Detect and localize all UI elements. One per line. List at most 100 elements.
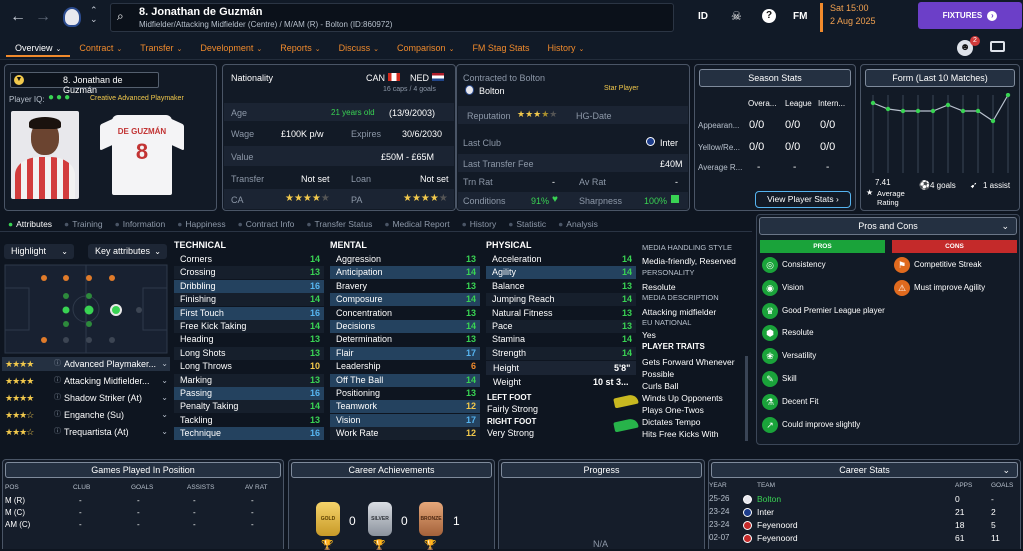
nav-item-history[interactable]: History ⌄ [538, 41, 593, 57]
role-row[interactable]: ★★★★ ⓘ Advanced Playmaker... ⌄ [2, 357, 170, 371]
forward-icon[interactable]: → [35, 8, 51, 26]
games-header[interactable]: Games Played In Position [5, 462, 281, 478]
attribute-row[interactable]: Natural Fitness 13 [486, 307, 636, 320]
player-subtitle: Midfielder/Attacking Midfielder (Centre)… [139, 20, 393, 29]
season-col-1: League [785, 99, 812, 108]
season-stats-panel: Season Stats Overa... League Intern... A… [694, 64, 856, 211]
attribute-row[interactable]: Finishing 14 [174, 293, 324, 307]
attribute-row[interactable]: Decisions 14 [330, 320, 480, 333]
attribute-row[interactable]: Stamina 14 [486, 333, 636, 346]
attribute-row[interactable]: Free Kick Taking 14 [174, 320, 324, 333]
attribute-row[interactable]: Bravery 13 [330, 280, 480, 293]
key-attributes-dropdown[interactable]: Key attributes ⌄ [88, 244, 167, 259]
attribute-value: 14 [309, 401, 320, 412]
attribute-name: Strength [492, 347, 527, 358]
attribute-value: 12 [465, 428, 476, 439]
fm-icon[interactable]: FM [793, 11, 807, 22]
attribute-row[interactable]: Acceleration 14 [486, 253, 636, 266]
attribute-row[interactable]: Positioning 13 [330, 387, 480, 400]
nav-item-development[interactable]: Development ⌄ [191, 41, 271, 57]
nav-item-fm-stag-stats[interactable]: FM Stag Stats [463, 41, 538, 57]
nav-item-comparison[interactable]: Comparison ⌄ [388, 41, 463, 57]
nav-item-overview[interactable]: Overview ⌄ [6, 41, 71, 57]
nav-item-reports[interactable]: Reports ⌄ [271, 41, 329, 57]
attribute-row[interactable]: Concentration 13 [330, 307, 480, 320]
attribute-row[interactable]: Composure 14 [330, 293, 480, 307]
tab-information[interactable]: ● Information [109, 219, 172, 229]
back-icon[interactable]: ← [10, 8, 26, 26]
attribute-row[interactable]: Marking 13 [174, 373, 324, 387]
progress-header[interactable]: Progress [501, 462, 702, 478]
tab-contract-info[interactable]: ● Contract Info [232, 219, 301, 229]
attribute-row[interactable]: Anticipation 14 [330, 266, 480, 280]
skull-icon[interactable]: ☠ [731, 9, 742, 23]
attribute-row[interactable]: Long Throws 10 [174, 360, 324, 373]
tab-history[interactable]: ● History [456, 219, 503, 229]
fixtures-button[interactable]: FIXTURES › [918, 2, 1022, 29]
attribute-row[interactable]: Corners 14 [174, 253, 324, 266]
tab-analysis[interactable]: ● Analysis [552, 219, 604, 229]
pros-cons-header[interactable]: Pros and Cons ⌄ [759, 217, 1017, 235]
help-icon[interactable]: ? [762, 9, 776, 23]
tab-attributes[interactable]: ● Attributes [2, 219, 58, 229]
attribute-name: Determination [336, 334, 393, 345]
screen-icon[interactable] [990, 41, 1005, 52]
season-stats-header[interactable]: Season Stats [699, 69, 851, 87]
attribute-row[interactable]: Long Shots 13 [174, 346, 324, 360]
attribute-row[interactable]: Tackling 13 [174, 414, 324, 427]
role-row[interactable]: ★★★☆ ⓘ Trequartista (At) ⌄ [2, 425, 170, 439]
attribute-row[interactable]: Agility 14 [486, 266, 636, 280]
tab-transfer-status[interactable]: ● Transfer Status [300, 219, 378, 229]
career-team[interactable]: Feyenoord [757, 520, 798, 530]
id-button[interactable]: ID [698, 11, 708, 22]
role-name: Enganche (Su) [64, 410, 125, 420]
games-panel: Games Played In Position POS CLUB GOALS ASS… [2, 459, 284, 549]
attribute-row[interactable]: Heading 13 [174, 333, 324, 346]
attribute-row[interactable]: Penalty Taking 14 [174, 400, 324, 414]
view-player-stats-button[interactable]: View Player Stats › [755, 191, 851, 208]
role-row[interactable]: ★★★★ ⓘ Shadow Striker (At) ⌄ [2, 391, 170, 405]
chevron-up-down-icon[interactable]: ⌃ ⌄ [90, 6, 98, 24]
weight: 10 st 3... [593, 377, 629, 387]
form-header[interactable]: Form (Last 10 Matches) [865, 69, 1015, 87]
tab-training[interactable]: ● Training [58, 219, 109, 229]
career-team[interactable]: Feyenoord [757, 533, 798, 543]
traits-scrollbar[interactable] [745, 356, 748, 441]
attribute-row[interactable]: Strength 14 [486, 346, 636, 360]
career-team[interactable]: Inter [757, 507, 774, 517]
attribute-row[interactable]: Dribbling 16 [174, 279, 324, 293]
nav-item-discuss[interactable]: Discuss ⌄ [330, 41, 388, 57]
attribute-row[interactable]: Passing 16 [174, 387, 324, 400]
role-name: Attacking Midfielder... [64, 376, 150, 386]
attribute-row[interactable]: Jumping Reach 14 [486, 293, 636, 307]
role-row[interactable]: ★★★☆ ⓘ Enganche (Su) ⌄ [2, 408, 170, 422]
attribute-row[interactable]: Pace 13 [486, 320, 636, 333]
attribute-row[interactable]: Determination 13 [330, 333, 480, 346]
con-icon: ⚑ [894, 257, 910, 273]
search-icon[interactable]: ⌕ [117, 9, 124, 24]
nav-item-transfer[interactable]: Transfer ⌄ [131, 41, 191, 57]
attribute-row[interactable]: Off The Ball 14 [330, 373, 480, 387]
tab-medical-report[interactable]: ● Medical Report [378, 219, 455, 229]
attribute-row[interactable]: Vision 17 [330, 413, 480, 427]
mental-column: MENTAL Aggression 13 Anticipation 14 Bravery… [330, 240, 480, 441]
attribute-row[interactable]: Aggression 13 [330, 253, 480, 266]
career-goals: - [991, 494, 994, 504]
attribute-row[interactable]: Teamwork 12 [330, 400, 480, 414]
role-row[interactable]: ★★★★ ⓘ Attacking Midfielder... ⌄ [2, 374, 170, 388]
attribute-row[interactable]: Work Rate 12 [330, 427, 480, 441]
tab-happiness[interactable]: ● Happiness [171, 219, 231, 229]
career-stats-header[interactable]: Career Stats ⌄ [711, 462, 1018, 478]
highlight-dropdown[interactable]: Highlight ⌄ [4, 244, 74, 259]
tab-statistic[interactable]: ● Statistic [502, 219, 552, 229]
attribute-row[interactable]: Crossing 13 [174, 266, 324, 280]
career-team[interactable]: Bolton [757, 494, 781, 504]
form-chart [870, 93, 1011, 173]
nav-item-contract[interactable]: Contract ⌄ [70, 41, 131, 57]
attribute-row[interactable]: Technique 16 [174, 427, 324, 441]
attribute-row[interactable]: Leadership 6 [330, 360, 480, 373]
achievements-header[interactable]: Career Achievements [291, 462, 492, 478]
attribute-row[interactable]: First Touch 16 [174, 306, 324, 320]
attribute-row[interactable]: Flair 17 [330, 346, 480, 360]
attribute-row[interactable]: Balance 13 [486, 280, 636, 293]
